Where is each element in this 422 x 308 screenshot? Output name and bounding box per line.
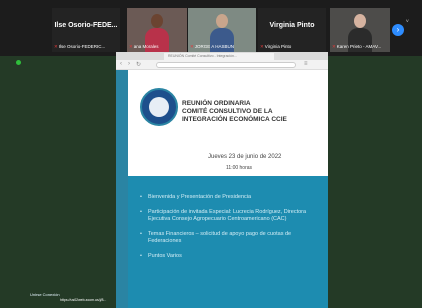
muted-mic-icon: ✕ [129,44,133,49]
participant-caption: ✕Virginia Pinto [260,44,291,50]
participant-caption: ✕Karen Prieto - AMAV... [332,44,381,50]
logo-emblem [149,97,169,117]
meeting-time: 11:00 horas [226,165,253,171]
slide-title-line: INTEGRACIÓN ECONÓMICA CCIE [182,116,287,123]
participant-name-large: Ilse Osorio-FEDE... [54,22,118,29]
browser-tab-bar: REUNIÓN Comité Consultivo - Integración.… [116,52,328,60]
agenda-item: Temas Financieros – solicitud de apoyo p… [140,231,316,245]
participant-caption: ✕Ilse Osorio-FEDERIC... [54,44,105,50]
forward-icon[interactable]: › [128,61,130,67]
participant-tile[interactable]: Virginia Pinto ✕Virginia Pinto [258,8,326,52]
participant-strip: Ilse Osorio-FEDE... ✕Ilse Osorio-FEDERIC… [0,0,422,56]
muted-mic-icon: ✕ [332,44,336,49]
participant-tile[interactable]: ✕ana Morales [127,8,187,52]
participant-name-large: Virginia Pinto [269,22,315,29]
muted-mic-icon: ✕ [54,44,58,49]
next-page-arrow-icon[interactable]: › [392,24,404,36]
participant-caption-text: Ilse Osorio-FEDERIC... [58,44,106,49]
participant-caption: ✕JORGE A HASBUN [190,44,234,50]
back-icon[interactable]: ‹ [120,61,122,67]
agenda-item: Bienvenida y Presentación de Presidencia [140,194,316,201]
browser-toolbar: ‹ › ↻ ≡ [116,60,328,70]
meeting-date: Jueves 23 de junio de 2022 [208,154,282,160]
agenda-item: Participación de invitada Especial: Lucr… [140,209,316,223]
slide-side-band [116,70,128,308]
organization-logo [140,88,178,126]
reload-icon[interactable]: ↻ [136,61,141,68]
screen-share-indicator-icon [16,60,21,65]
side-panel-label: V [406,18,409,23]
participant-tile[interactable]: Ilse Osorio-FEDE... ✕Ilse Osorio-FEDERIC… [52,8,120,52]
participant-caption: ✕ana Morales [129,44,159,50]
shared-browser-window: REUNIÓN Comité Consultivo - Integración.… [116,52,328,308]
agenda-item: Puntos Varios [140,253,316,260]
meeting-link[interactable]: https://us02web.zoom.us/j/8... [60,298,106,302]
slide-footer-label: Unirse Conexión [30,292,60,297]
slide-title-line: REUNIÓN ORDINARIA [182,100,251,107]
participant-caption-text: ana Morales [133,44,159,49]
participant-caption-text: Virginia Pinto [264,44,292,49]
participant-tile[interactable]: ✕Karen Prieto - AMAV... [330,8,390,52]
muted-mic-icon: ✕ [260,44,264,49]
agenda-list: Bienvenida y Presentación de Presidencia… [140,194,316,268]
presentation-slide: REUNIÓN ORDINARIA COMITÉ CONSULTIVO DE L… [116,70,328,308]
address-bar[interactable] [156,62,296,68]
slide-title: REUNIÓN ORDINARIA COMITÉ CONSULTIVO DE L… [182,100,322,124]
menu-icon[interactable]: ≡ [304,61,308,67]
muted-mic-icon: ✕ [190,44,194,49]
slide-title-line: COMITÉ CONSULTIVO DE LA [182,108,273,115]
participant-tile[interactable]: ✕JORGE A HASBUN [188,8,256,52]
participant-caption-text: Karen Prieto - AMAV... [336,44,382,49]
participant-caption-text: JORGE A HASBUN [194,44,235,49]
browser-tab[interactable]: REUNIÓN Comité Consultivo - Integración.… [164,53,274,60]
